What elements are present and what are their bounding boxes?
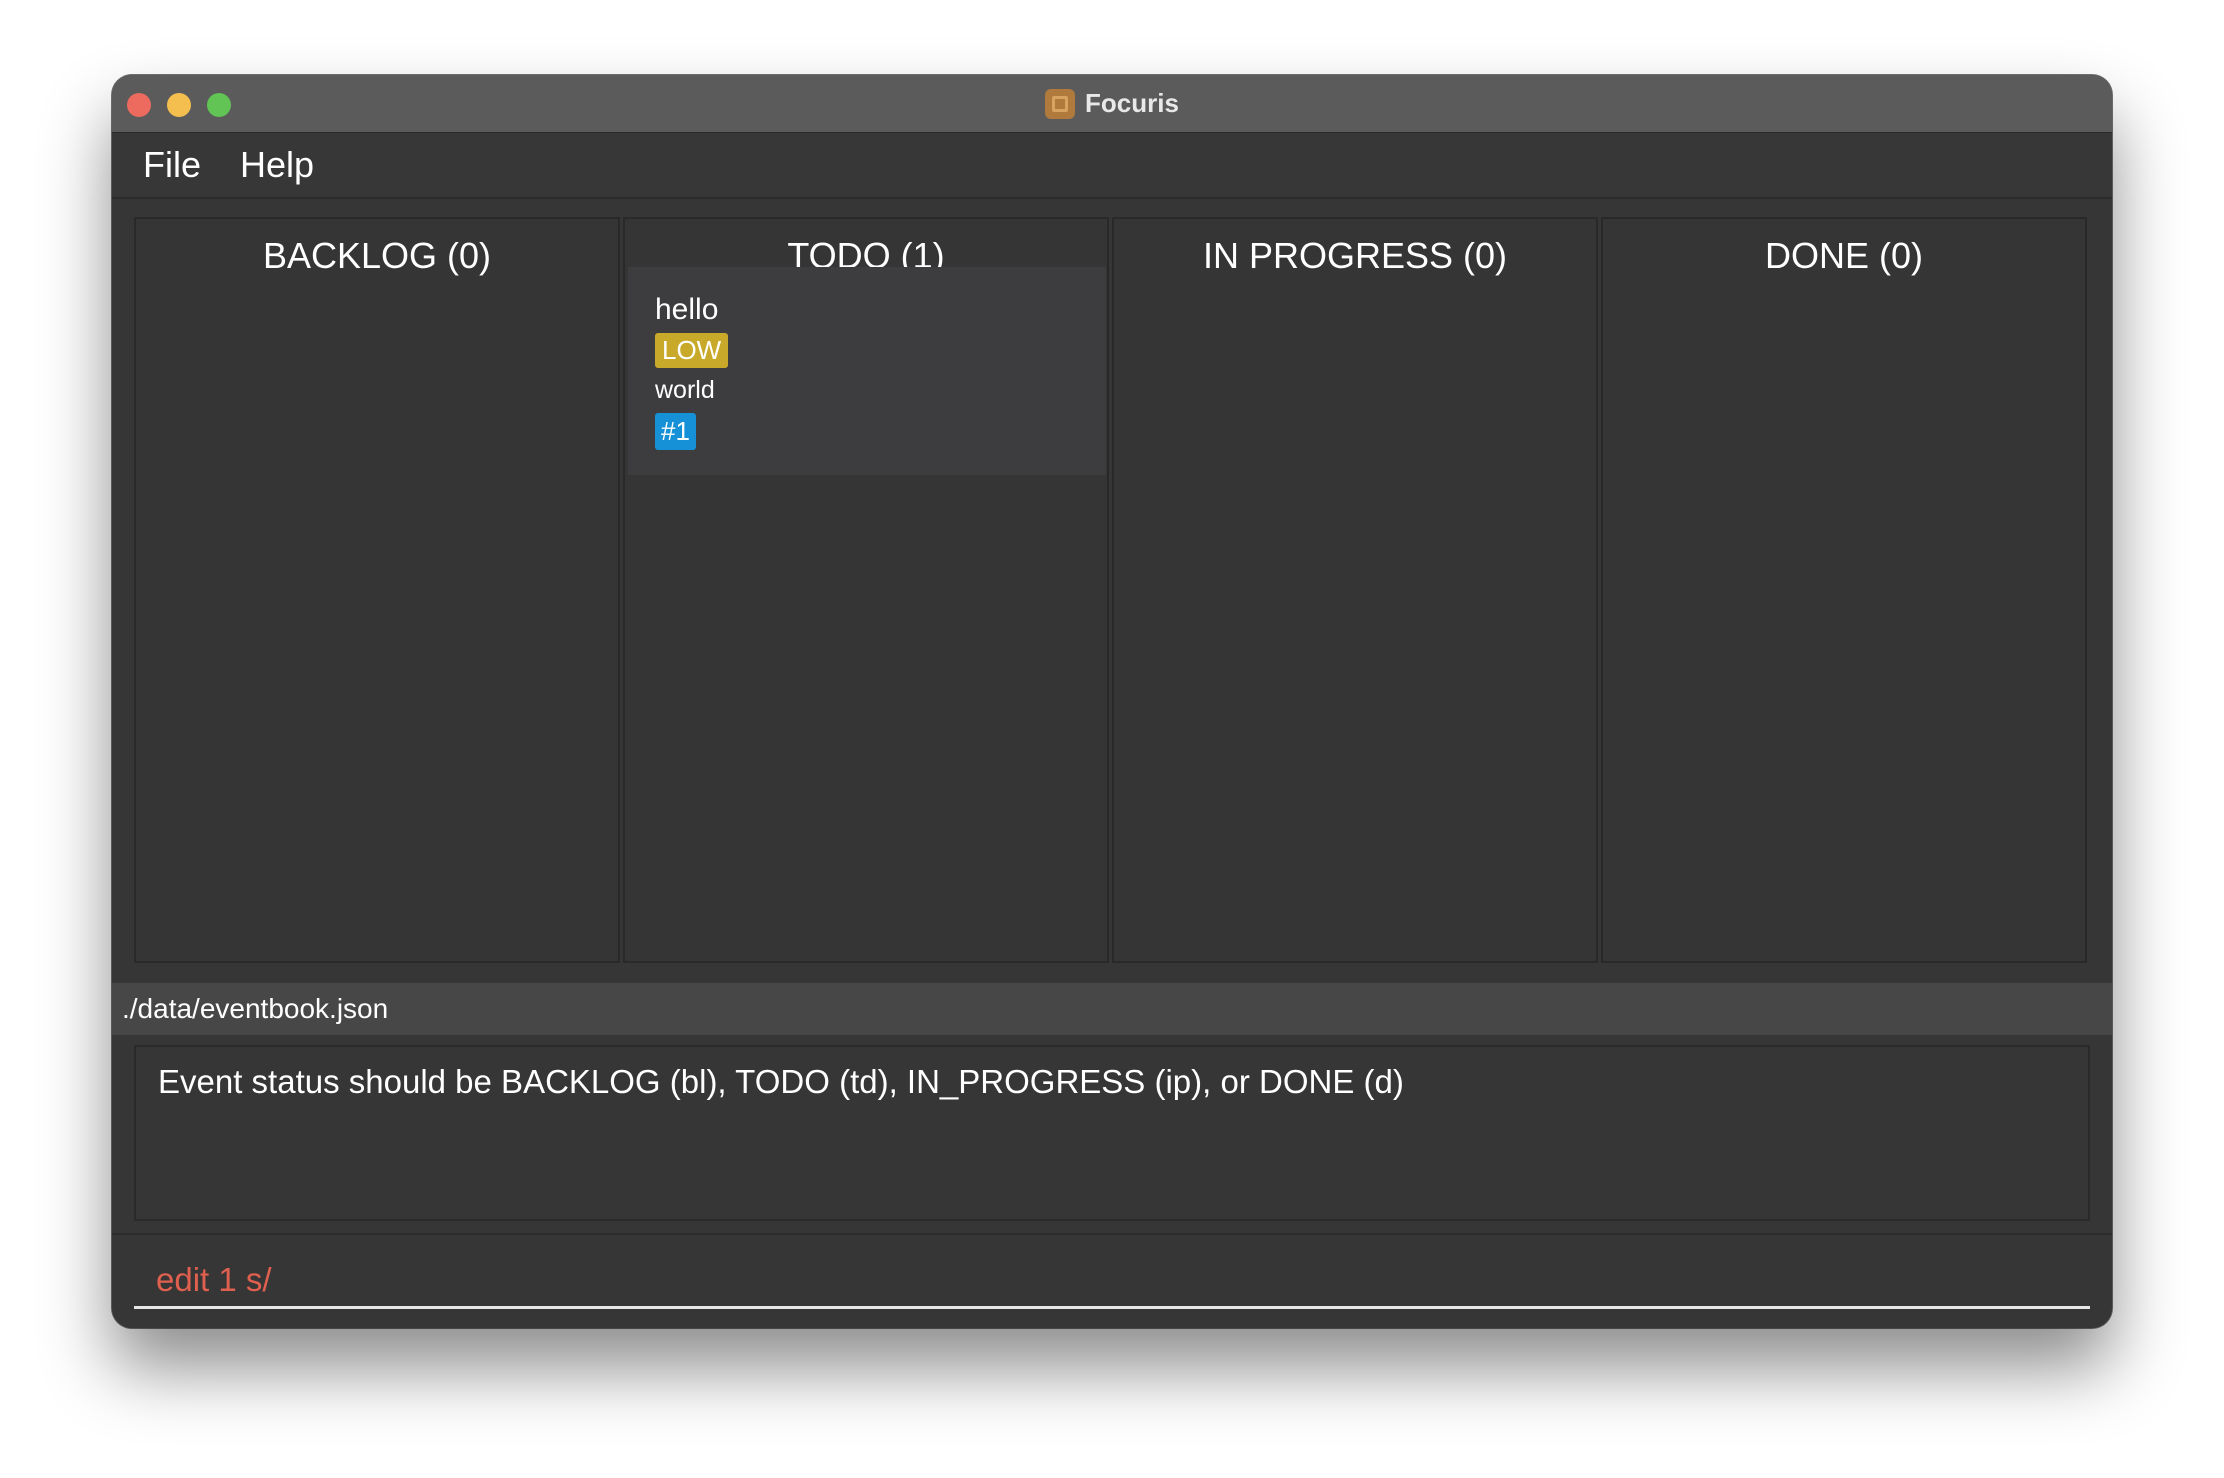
result-display: Event status should be BACKLOG (bl), TOD…	[134, 1045, 2090, 1221]
column-done: DONE (0)	[1601, 217, 2087, 963]
title-bar: Focuris	[112, 75, 2112, 133]
menu-bar: File Help	[112, 133, 2112, 199]
column-header-in-progress: IN PROGRESS (0)	[1202, 235, 1508, 276]
column-header-done: DONE (0)	[1764, 235, 1923, 276]
status-bar: ./data/eventbook.json	[112, 983, 2112, 1035]
app-window: Focuris File Help BACKLOG (0) TODO (1) h…	[112, 75, 2112, 1328]
event-card-description: world	[655, 376, 715, 404]
column-todo: TODO (1) hello LOW world #1	[623, 217, 1109, 963]
priority-badge: LOW	[655, 333, 729, 368]
tag-badge: #1	[655, 413, 696, 450]
app-icon	[1045, 88, 1076, 119]
menu-help[interactable]: Help	[240, 144, 314, 186]
window-title-group: Focuris	[112, 75, 2112, 132]
result-message: Event status should be BACKLOG (bl), TOD…	[158, 1063, 1404, 1100]
menu-file[interactable]: File	[143, 144, 201, 186]
event-card-title: hello	[655, 293, 719, 326]
window-title: Focuris	[1085, 88, 1179, 118]
column-header-backlog: BACKLOG (0)	[262, 235, 492, 276]
data-file-path: ./data/eventbook.json	[122, 993, 389, 1024]
event-card[interactable]: hello LOW world #1	[628, 267, 1106, 475]
command-area	[112, 1233, 2112, 1328]
column-backlog: BACKLOG (0)	[134, 217, 620, 963]
column-in-progress: IN PROGRESS (0)	[1112, 217, 1598, 963]
kanban-board: BACKLOG (0) TODO (1) hello LOW world #1 …	[134, 217, 2090, 965]
command-input[interactable]	[134, 1253, 2090, 1309]
